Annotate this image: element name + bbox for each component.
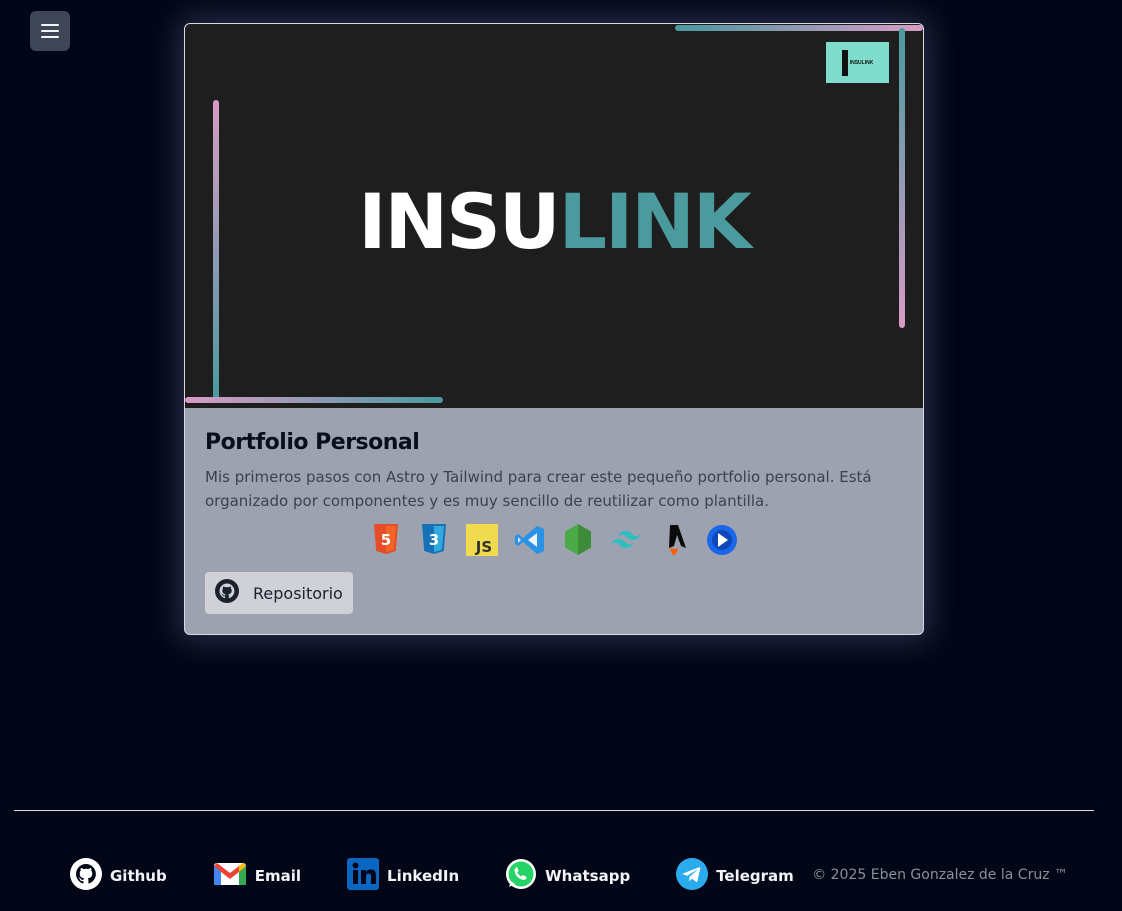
footer-link-linkedin[interactable]: LinkedIn bbox=[347, 858, 459, 894]
mini-logo-block bbox=[841, 49, 848, 76]
project-banner-image: INSULINK INSULINK bbox=[185, 24, 923, 408]
github-icon bbox=[70, 858, 102, 894]
banner-decoration bbox=[675, 25, 923, 31]
footer-link-whatsapp[interactable]: Whatsapp bbox=[505, 858, 630, 894]
banner-title-part1: INSU bbox=[358, 177, 560, 266]
gmail-icon bbox=[213, 861, 247, 891]
banner-title: INSULINK bbox=[185, 184, 923, 260]
footer-link-label: Whatsapp bbox=[545, 867, 631, 885]
footer-link-label: LinkedIn bbox=[387, 867, 460, 885]
footer-link-telegram[interactable]: Telegram bbox=[676, 858, 794, 894]
whatsapp-icon bbox=[505, 858, 537, 894]
css3-icon: 3 bbox=[418, 523, 451, 556]
menu-button[interactable] bbox=[30, 11, 70, 51]
hamburger-icon bbox=[41, 24, 59, 26]
astro-icon bbox=[658, 523, 691, 556]
repository-button-label: Repositorio bbox=[253, 583, 343, 603]
mini-logo: INSULINK bbox=[826, 42, 889, 83]
powerpoint-icon bbox=[706, 523, 739, 556]
project-title: Portfolio Personal bbox=[205, 430, 420, 455]
javascript-icon: JS bbox=[466, 523, 499, 556]
project-card: INSULINK INSULINK Portfolio Personal Mis… bbox=[184, 23, 924, 635]
footer-link-github[interactable]: Github bbox=[70, 858, 167, 894]
copyright-text: © 2025 Eben Gonzalez de la Cruz ™ bbox=[812, 867, 1068, 883]
footer-link-email[interactable]: Email bbox=[213, 861, 301, 891]
mini-logo-text: INSULINK bbox=[849, 59, 874, 66]
hamburger-icon-line bbox=[41, 36, 59, 38]
telegram-icon bbox=[676, 858, 709, 894]
banner-decoration bbox=[185, 397, 443, 403]
footer-divider bbox=[14, 810, 1094, 811]
html5-icon: 5 bbox=[370, 523, 403, 556]
tech-stack: 5 3 JS bbox=[205, 523, 903, 556]
banner-title-part2: LINK bbox=[558, 177, 752, 266]
vscode-icon bbox=[514, 523, 547, 556]
hamburger-icon-line bbox=[41, 30, 59, 32]
tech-label: 5 bbox=[381, 531, 391, 549]
tailwind-icon bbox=[610, 523, 643, 556]
svg-text:JS: JS bbox=[475, 538, 492, 556]
project-card-body: Portfolio Personal Mis primeros pasos co… bbox=[185, 408, 923, 634]
github-icon bbox=[215, 579, 239, 607]
footer-link-label: Github bbox=[110, 867, 167, 885]
nodejs-icon bbox=[562, 523, 595, 556]
footer-link-label: Email bbox=[254, 867, 302, 885]
project-description: Mis primeros pasos con Astro y Tailwind … bbox=[205, 468, 872, 510]
footer: Github Email LinkedIn Whatsapp Telegram … bbox=[70, 858, 1080, 894]
footer-link-label: Telegram bbox=[716, 867, 794, 885]
banner-decoration bbox=[899, 28, 905, 328]
linkedin-icon bbox=[347, 858, 380, 894]
svg-text:3: 3 bbox=[429, 531, 439, 549]
repository-button[interactable]: Repositorio bbox=[205, 572, 353, 614]
